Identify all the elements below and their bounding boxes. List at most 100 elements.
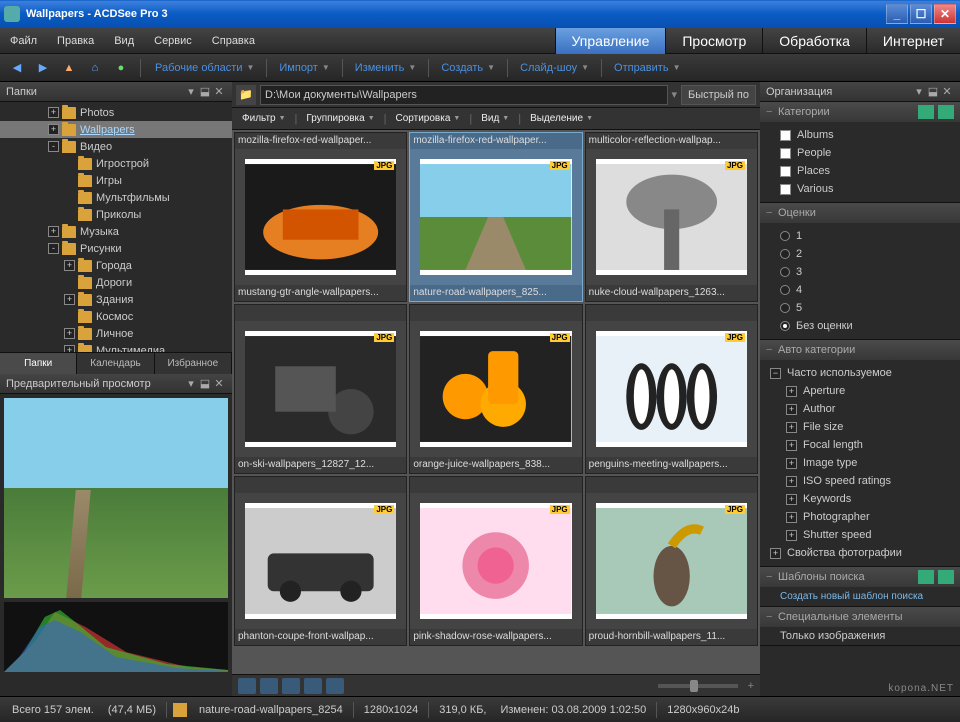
panel-pin-icon[interactable]: ⬓ — [926, 85, 940, 98]
toolbar-5[interactable]: Отправить ▼ — [608, 62, 686, 74]
thumbnail[interactable]: JPGproud-hornbill-wallpapers_11... — [585, 476, 758, 646]
minimize-button[interactable]: _ — [886, 4, 908, 24]
metadata-item[interactable]: +Focal length — [760, 436, 960, 454]
thumbnail[interactable]: mozilla-firefox-red-wallpaper...JPGnatur… — [409, 132, 582, 302]
tree-node[interactable]: +Музыка — [0, 223, 232, 240]
template-icon[interactable] — [918, 570, 934, 584]
menu-Справка[interactable]: Справка — [202, 28, 265, 54]
path-up-button[interactable]: 📁 — [236, 85, 256, 105]
tree-node[interactable]: Дороги — [0, 274, 232, 291]
tree-node[interactable]: +Wallpapers — [0, 121, 232, 138]
panel-pin-icon[interactable]: ⬓ — [198, 377, 212, 390]
mode-tab-3[interactable]: Интернет — [866, 28, 960, 54]
filter-4[interactable]: Выделение ▼ — [526, 113, 597, 124]
panel-close-icon[interactable]: ✕ — [212, 377, 226, 390]
special-section-header[interactable]: −Специальные элементы — [760, 607, 960, 627]
left-tab-0[interactable]: Папки — [0, 353, 77, 374]
category-item[interactable]: Albums — [760, 126, 960, 144]
category-item[interactable]: Various — [760, 180, 960, 198]
tree-node[interactable]: Игры — [0, 172, 232, 189]
only-images-item[interactable]: Только изображения — [760, 627, 960, 645]
metadata-item[interactable]: +Author — [760, 400, 960, 418]
thumbnail[interactable]: JPGorange-juice-wallpapers_838... — [409, 304, 582, 474]
toolbar-3[interactable]: Создать ▼ — [435, 62, 501, 74]
templates-section-header[interactable]: −Шаблоны поиска — [760, 567, 960, 587]
metadata-item[interactable]: +Keywords — [760, 490, 960, 508]
folder-tree[interactable]: +Photos+Wallpapers-ВидеоИгростройИгрыМул… — [0, 102, 232, 352]
thumbnail[interactable]: JPGpenguins-meeting-wallpapers... — [585, 304, 758, 474]
nav-home-icon[interactable]: ⌂ — [84, 58, 106, 78]
mode-tab-2[interactable]: Обработка — [762, 28, 866, 54]
view-mode-button[interactable] — [260, 678, 278, 694]
category-item[interactable]: People — [760, 144, 960, 162]
tree-node[interactable]: +Photos — [0, 104, 232, 121]
toolbar-0[interactable]: Рабочие области ▼ — [149, 62, 260, 74]
tree-node[interactable]: +Города — [0, 257, 232, 274]
panel-close-icon[interactable]: ✕ — [940, 85, 954, 98]
mode-tab-1[interactable]: Просмотр — [665, 28, 762, 54]
left-tab-2[interactable]: Избранное — [155, 353, 232, 374]
menu-Вид[interactable]: Вид — [104, 28, 144, 54]
frequently-used-header[interactable]: −Часто используемое — [760, 364, 960, 382]
path-dropdown-icon[interactable]: ▾ — [672, 88, 678, 101]
metadata-item[interactable]: +Aperture — [760, 382, 960, 400]
maximize-button[interactable]: ☐ — [910, 4, 932, 24]
thumbnail[interactable]: JPGphanton-coupe-front-wallpap... — [234, 476, 407, 646]
category-add-icon[interactable] — [918, 105, 934, 119]
zoom-plus-icon[interactable]: + — [748, 680, 754, 692]
path-field[interactable]: D:\Мои документы\Wallpapers — [260, 85, 668, 105]
nav-back-button[interactable]: ◀ — [6, 58, 28, 78]
panel-menu-icon[interactable]: ▾ — [912, 85, 926, 98]
nav-refresh-icon[interactable]: ● — [110, 58, 132, 78]
rating-item[interactable]: 5 — [760, 299, 960, 317]
tree-node[interactable]: +Личное — [0, 325, 232, 342]
tree-node[interactable]: Приколы — [0, 206, 232, 223]
thumbnail-grid[interactable]: mozilla-firefox-red-wallpaper...JPGmusta… — [232, 130, 760, 674]
filter-2[interactable]: Сортировка ▼ — [392, 113, 465, 124]
nav-up-button[interactable]: ▲ — [58, 58, 80, 78]
thumbnail[interactable]: multicolor-reflection-wallpap...JPGnuke-… — [585, 132, 758, 302]
filter-1[interactable]: Группировка ▼ — [302, 113, 378, 124]
menu-Сервис[interactable]: Сервис — [144, 28, 202, 54]
category-item[interactable]: Places — [760, 162, 960, 180]
rating-item[interactable]: Без оценки — [760, 317, 960, 335]
tree-node[interactable]: +Мультимедиа — [0, 342, 232, 352]
filter-0[interactable]: Фильтр ▼ — [238, 113, 290, 124]
panel-menu-icon[interactable]: ▾ — [184, 85, 198, 98]
zoom-slider[interactable] — [658, 684, 738, 688]
view-mode-button[interactable] — [326, 678, 344, 694]
ratings-section-header[interactable]: −Оценки — [760, 203, 960, 223]
metadata-item[interactable]: +Shutter speed — [760, 526, 960, 544]
filter-3[interactable]: Вид ▼ — [477, 113, 513, 124]
tree-node[interactable]: +Здания — [0, 291, 232, 308]
thumbnail[interactable]: mozilla-firefox-red-wallpaper...JPGmusta… — [234, 132, 407, 302]
panel-menu-icon[interactable]: ▾ — [184, 377, 198, 390]
panel-pin-icon[interactable]: ⬓ — [198, 85, 212, 98]
tree-node[interactable]: -Рисунки — [0, 240, 232, 257]
template-new-icon[interactable] — [938, 570, 954, 584]
rating-item[interactable]: 1 — [760, 227, 960, 245]
new-template-link[interactable]: Создать новый шаблон поиска — [760, 587, 960, 606]
toolbar-4[interactable]: Слайд-шоу ▼ — [514, 62, 595, 74]
thumbnail[interactable]: JPGpink-shadow-rose-wallpapers... — [409, 476, 582, 646]
panel-close-icon[interactable]: ✕ — [212, 85, 226, 98]
metadata-item[interactable]: +Image type — [760, 454, 960, 472]
menu-Правка[interactable]: Правка — [47, 28, 104, 54]
toolbar-2[interactable]: Изменить ▼ — [349, 62, 423, 74]
nav-forward-button[interactable]: ▶ — [32, 58, 54, 78]
categories-section-header[interactable]: −Категории — [760, 102, 960, 122]
tree-node[interactable]: Космос — [0, 308, 232, 325]
autocat-section-header[interactable]: −Авто категории — [760, 340, 960, 360]
metadata-item[interactable]: +Photographer — [760, 508, 960, 526]
thumbnail[interactable]: JPGon-ski-wallpapers_12827_12... — [234, 304, 407, 474]
view-mode-button[interactable] — [238, 678, 256, 694]
metadata-item[interactable]: +File size — [760, 418, 960, 436]
tree-node[interactable]: Игрострой — [0, 155, 232, 172]
photo-properties-item[interactable]: +Свойства фотографии — [760, 544, 960, 562]
metadata-item[interactable]: +ISO speed ratings — [760, 472, 960, 490]
view-mode-button[interactable] — [304, 678, 322, 694]
rating-item[interactable]: 4 — [760, 281, 960, 299]
close-button[interactable]: ✕ — [934, 4, 956, 24]
mode-tab-0[interactable]: Управление — [555, 28, 666, 54]
rating-item[interactable]: 3 — [760, 263, 960, 281]
